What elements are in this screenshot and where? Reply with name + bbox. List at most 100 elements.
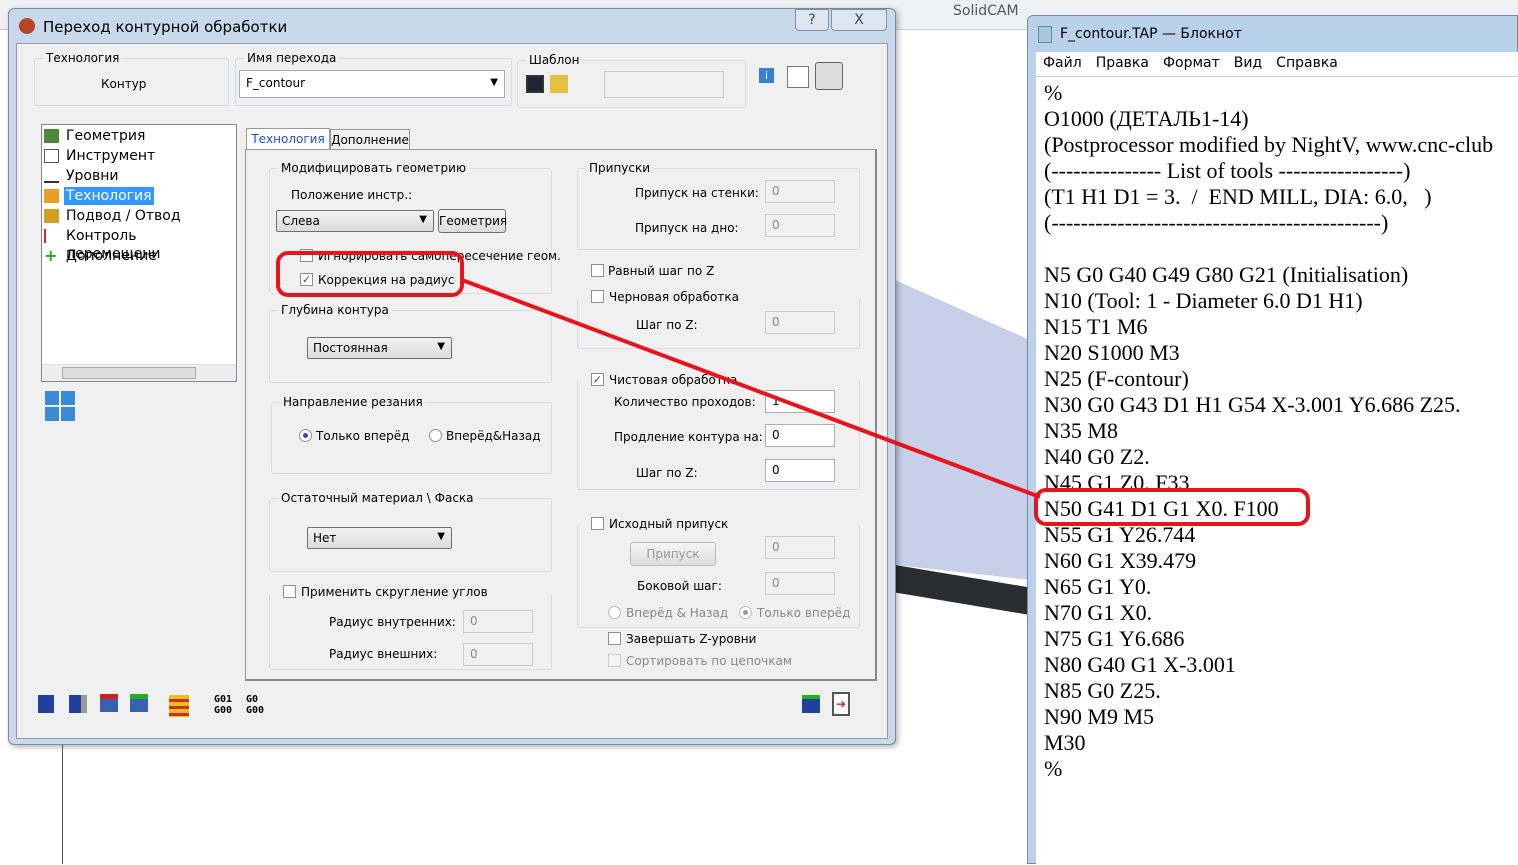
tab-misc[interactable]: Дополнение [330,129,410,150]
tool-icon[interactable] [787,66,809,88]
help-button[interactable]: ? [795,9,829,31]
finish-z-levels-label: Завершать Z-уровни [626,632,757,646]
menu-edit[interactable]: Правка [1089,52,1156,74]
code-line: (Postprocessor modified by NightV, www.c… [1044,132,1494,157]
tool-select-icon[interactable] [815,62,843,90]
radius-compensation-checkbox[interactable]: ✓ [300,273,313,286]
save-icon[interactable] [38,695,54,713]
modify-geometry-group: Модифицировать геометрию Положение инстр… [269,161,561,294]
close-button[interactable]: X [831,9,887,31]
equal-z-step-checkbox[interactable] [591,264,604,277]
finish-z-levels-checkbox[interactable] [608,632,621,645]
rough-step-input[interactable]: 0 [765,311,835,334]
code-line: % [1044,80,1063,105]
template-field[interactable] [604,71,724,98]
code-line: (T1 H1 D1 = 3. / END MILL, DIA: 6.0, ) [1044,184,1432,209]
chevron-down-icon: ▼ [490,77,498,88]
code-line: N75 G1 Y6.686 [1044,626,1185,651]
gcode-icon[interactable]: G01 G00 [214,694,232,716]
finish-group: ✓ Чистовая обработка Количество проходов… [577,373,860,490]
extend-input[interactable]: 0 [765,424,835,447]
floor-offset-input[interactable]: 0 [765,214,835,237]
code-line: (--------------- List of tools ---------… [1044,158,1411,183]
solidcam-tab[interactable]: SolidCAM [953,3,1019,19]
side-step-input[interactable]: 0 [765,572,835,595]
save-add-icon[interactable] [802,695,820,713]
rough-checkbox[interactable] [591,290,604,303]
gcode-check-icon[interactable]: G0 G00 [246,694,264,716]
tree-item-tool[interactable]: Инструмент [44,147,157,165]
tree-item-technology[interactable]: Технология [44,187,154,205]
initial-offset-checkbox[interactable] [591,517,604,530]
tree-item-levels[interactable]: Уровни [44,167,121,185]
scrollbar-thumb[interactable] [62,367,196,379]
outer-radius-input[interactable]: 0 [463,643,533,666]
menu-format[interactable]: Формат [1156,52,1227,74]
rough-label: Черновая обработка [609,290,739,304]
tool-position-select[interactable]: Слева ▼ [276,210,434,232]
direction-group: Направление резания Только вперёд Вперёд… [271,395,552,474]
rough-step-label: Шаг по Z: [636,318,698,332]
initial-forward-back-radio[interactable] [608,606,621,619]
simulate-icon[interactable] [169,695,189,717]
floor-offset-label: Припуск на дно: [635,221,739,235]
forward-only-radio[interactable] [299,429,312,442]
initial-forward-back-label: Вперёд & Назад [626,606,729,620]
horizontal-scrollbar[interactable] [42,364,236,381]
corner-rounding-checkbox[interactable] [283,585,296,598]
finish-checkbox[interactable]: ✓ [591,373,604,386]
open-template-icon[interactable] [550,75,568,93]
corner-rounding-label: Применить скругление углов [301,585,488,599]
initial-forward-only-radio[interactable] [739,606,752,619]
menu-file[interactable]: Файл [1036,52,1089,74]
initial-offset-label: Исходный припуск [609,517,729,531]
save-template-icon[interactable] [526,75,544,93]
contour-operation-dialog: Переход контурной обработки ? X Технолог… [8,8,896,745]
initial-offset-input[interactable]: 0 [765,536,835,559]
save-calculate-icon[interactable] [100,694,118,712]
operation-name-label: Имя перехода [244,51,340,65]
code-line: M30 [1044,730,1086,755]
exit-icon[interactable]: ➔ [832,692,850,716]
notepad-title: F_contour.TAP — Блокнот [1060,26,1242,42]
forward-back-radio[interactable] [429,429,442,442]
code-line: % [1044,756,1063,781]
menu-view[interactable]: Вид [1227,52,1269,74]
wall-offset-input[interactable]: 0 [765,180,835,203]
technology-icon [44,189,59,203]
tree-item-misc[interactable]: + Дополнение [44,247,159,265]
levels-icon [44,169,59,183]
rest-material-select[interactable]: Нет ▼ [307,527,452,549]
notepad-text-area[interactable]: % O1000 (ДЕТАЛЬ1-14) (Postprocessor modifi… [1036,76,1518,865]
passes-input[interactable]: 1 [765,390,835,413]
operation-name-combo[interactable]: F_contour ▼ [239,70,505,98]
depth-select[interactable]: Постоянная ▼ [307,337,452,359]
ignore-self-intersection-checkbox[interactable] [300,249,313,262]
save-calculate-add-icon[interactable] [130,694,148,712]
inner-radius-input[interactable]: 0 [463,610,533,633]
info-icon[interactable]: i [759,68,774,83]
geometry-button[interactable]: Геометрия [438,209,507,233]
tree-item-motion-control[interactable]: Контроль перемещени [44,227,236,262]
direction-label: Направление резания [280,395,426,409]
code-line: O1000 (ДЕТАЛЬ1-14) [1044,106,1249,131]
tree-item-lead-in-out[interactable]: Подвод / Отвод [44,207,183,225]
notepad-icon [1038,26,1052,43]
menu-help[interactable]: Справка [1269,52,1345,74]
sort-chains-checkbox[interactable] [608,654,621,667]
finish-step-input[interactable]: 0 [765,459,835,482]
tab-technology[interactable]: Технология [246,128,330,150]
layout-icon[interactable] [45,391,75,421]
code-line: N85 G0 Z25. [1044,678,1161,703]
sort-chains-label: Сортировать по цепочкам [626,654,792,668]
rest-material-group: Остаточный материал \ Фаска Нет ▼ [269,491,552,572]
offset-button[interactable]: Припуск [630,542,716,566]
code-line: N30 G0 G43 D1 H1 G54 X-3.001 Y6.686 Z25. [1044,392,1461,417]
wall-offset-label: Припуск на стенки: [635,186,759,200]
save-copy-icon[interactable] [69,695,87,713]
initial-offset-group: Исходный припуск Припуск 0 Боковой шаг: … [577,517,860,628]
code-line: N50 G41 D1 G1 X0. F100 [1044,496,1279,521]
tree-item-geometry[interactable]: Геометрия [44,127,147,145]
code-line: N80 G40 G1 X-3.001 [1044,652,1236,677]
radius-compensation-label: Коррекция на радиус [318,273,455,287]
